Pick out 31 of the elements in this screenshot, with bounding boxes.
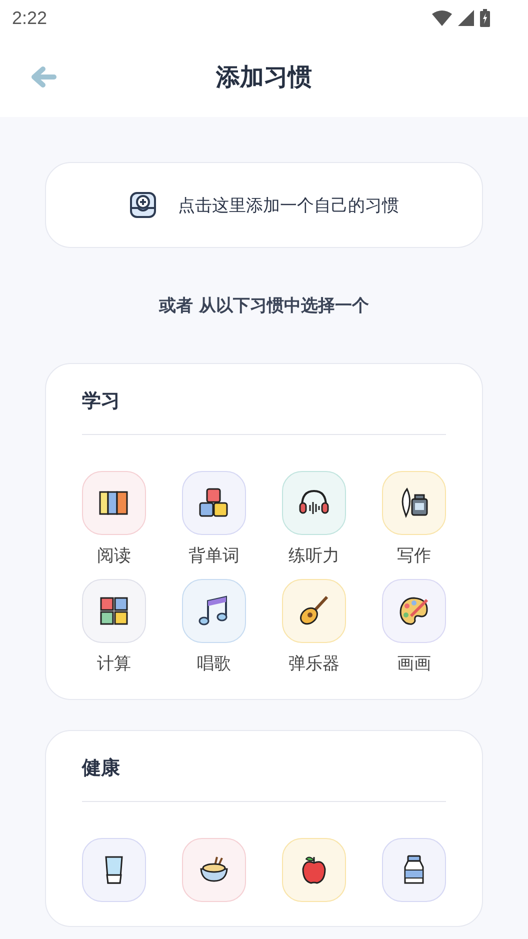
habit-label: 背单词 (188, 545, 240, 567)
add-box-icon (128, 190, 158, 220)
add-custom-habit-button[interactable]: 点击这里添加一个自己的习惯 (44, 162, 482, 248)
wifi-icon (432, 10, 452, 26)
habit-label: 弹乐器 (288, 653, 340, 675)
habit-tile[interactable] (282, 838, 346, 902)
habit-label: 阅读 (97, 545, 131, 567)
signal-icon (458, 10, 474, 26)
habit-tile[interactable] (182, 838, 246, 902)
habit-tile[interactable] (182, 579, 246, 643)
status-time: 2:22 (12, 8, 48, 28)
habit-tile[interactable] (382, 838, 446, 902)
blocks-icon (197, 486, 231, 520)
hint-text: 或者 从以下习惯中选择一个 (159, 295, 369, 317)
habit-tile[interactable] (82, 471, 146, 535)
habit-label: 计算 (97, 653, 131, 675)
habit-tile[interactable] (282, 579, 346, 643)
category-title: 健康 (82, 756, 121, 781)
habit-tile[interactable] (82, 838, 146, 902)
habit-label: 唱歌 (197, 653, 231, 675)
habit-label: 练听力 (288, 545, 340, 567)
habit-label: 画画 (397, 653, 431, 675)
habit-tile[interactable] (182, 471, 246, 535)
habit-tile[interactable] (282, 471, 346, 535)
habit-tile[interactable] (82, 579, 146, 643)
habit-tile[interactable] (382, 471, 446, 535)
habit-label: 写作 (397, 545, 431, 567)
battery-icon (480, 9, 490, 27)
habit-tile[interactable] (382, 579, 446, 643)
category-title: 学习 (82, 389, 121, 414)
page-title: 添加习惯 (216, 62, 312, 92)
